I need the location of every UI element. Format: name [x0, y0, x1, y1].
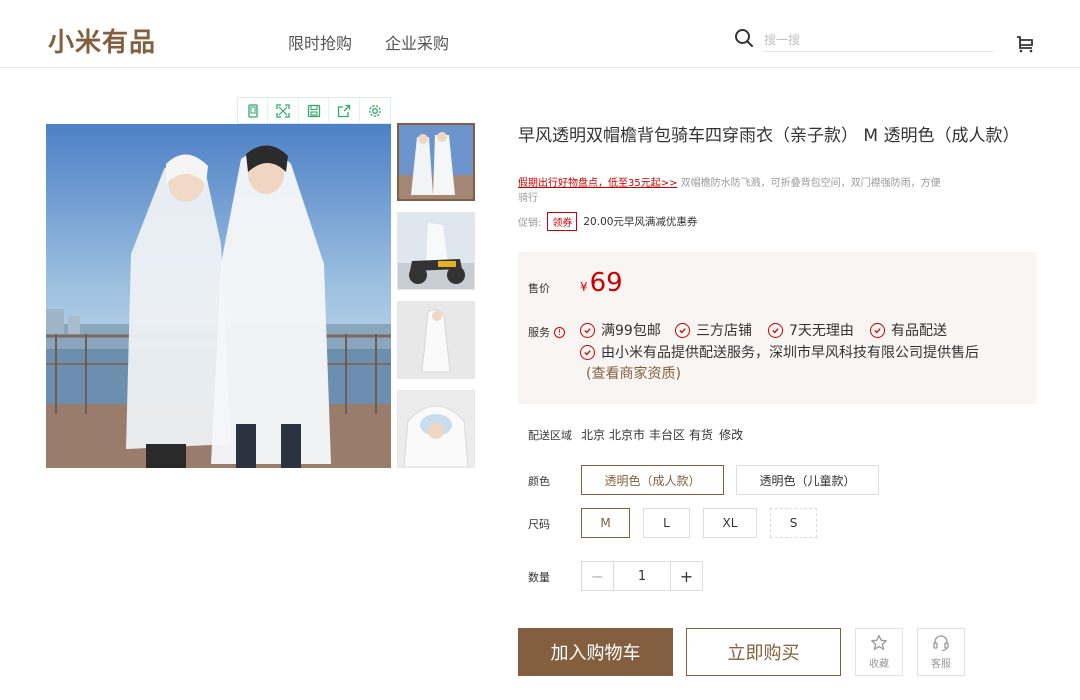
check-icon [870, 322, 885, 338]
size-option-l[interactable]: L [643, 508, 690, 538]
thumbnail-2[interactable] [397, 212, 475, 290]
coupon-button[interactable]: 领券 [547, 212, 578, 231]
quantity-increment-button[interactable]: + [670, 562, 702, 590]
stock-status: 有货 [689, 428, 714, 442]
image-toolbar [237, 97, 391, 124]
service-text: 满99包邮 [601, 323, 661, 339]
quantity-stepper: − 1 + [581, 561, 703, 591]
size-option-s[interactable]: S [770, 508, 817, 538]
promo-link[interactable]: 假期出行好物盘点，低至35元起>> [518, 178, 677, 189]
service-label-wrap: 服务 ! [528, 324, 565, 340]
delivery-address[interactable]: 北京 北京市 丰台区 有货 修改 [581, 426, 747, 443]
price-value: 69 [589, 268, 623, 298]
color-label: 颜色 [528, 475, 550, 488]
service-note-text: 由小米有品提供配送服务，深圳市早风科技有限公司提供售后 [601, 345, 979, 361]
share-icon[interactable] [329, 98, 360, 123]
customer-service-label: 客服 [931, 659, 951, 670]
check-icon [580, 344, 595, 360]
check-icon [675, 322, 690, 338]
favorite-button[interactable]: 收藏 [855, 628, 903, 676]
color-option-child[interactable]: 透明色（儿童款） [736, 465, 879, 495]
coupon-text: 20.00元早风满减优惠券 [583, 216, 698, 228]
product-subtitle: 假期出行好物盘点，低至35元起>> 双帽檐防水防飞溅，可折叠背包空间，双门襟强防… [518, 176, 948, 206]
nav-flash-sale[interactable]: 限时抢购 [288, 30, 352, 54]
thumbnail-4[interactable] [397, 390, 475, 468]
headset-icon [933, 635, 949, 652]
edit-delivery-link[interactable]: 修改 [719, 428, 743, 442]
price-panel: 售价 ¥ 69 服务 ! 满99包邮 三方店铺 7天无理由 有品配送 由小米有品… [518, 252, 1037, 404]
cart-icon[interactable] [1015, 34, 1035, 54]
nav-enterprise-purchase[interactable]: 企业采购 [385, 30, 449, 54]
delivery-label: 配送区域 [528, 429, 572, 442]
product-title: 早风透明双帽檐背包骑车四穿雨衣（亲子款） M 透明色（成人款） [518, 126, 1020, 146]
delivery-province: 北京 [581, 428, 606, 442]
service-label: 服务 [528, 326, 550, 339]
service-youpin-delivery: 有品配送 [870, 320, 947, 340]
service-note: 由小米有品提供配送服务，深圳市早风科技有限公司提供售后 [580, 342, 979, 362]
size-label: 尺码 [528, 518, 550, 531]
thumbnail-3[interactable] [397, 301, 475, 379]
service-free-shipping: 满99包邮 [580, 320, 661, 340]
customer-service-button[interactable]: 客服 [917, 628, 965, 676]
promotion-row: 促销: 领券 20.00元早风满减优惠券 [518, 212, 697, 231]
quantity-value[interactable]: 1 [614, 562, 670, 590]
delivery-city: 北京市 [609, 428, 646, 442]
info-icon[interactable]: ! [554, 326, 565, 338]
promo-label: 促销: [518, 218, 542, 229]
service-third-party: 三方店铺 [675, 320, 752, 340]
quantity-decrement-button[interactable]: − [582, 562, 614, 590]
save-icon[interactable] [299, 98, 330, 123]
size-option-m[interactable]: M [581, 508, 630, 538]
size-option-xl[interactable]: XL [703, 508, 757, 538]
favorite-label: 收藏 [869, 659, 889, 670]
price: ¥ 69 [580, 268, 623, 298]
color-option-adult[interactable]: 透明色（成人款） [581, 465, 724, 495]
thumbnail-1[interactable] [397, 123, 475, 201]
merchant-qualification-link[interactable]: (查看商家资质) [586, 363, 681, 383]
service-text: 7天无理由 [789, 323, 854, 339]
quantity-label: 数量 [528, 571, 550, 584]
delivery-district: 丰台区 [649, 428, 686, 442]
check-icon [768, 322, 783, 338]
currency-symbol: ¥ [580, 280, 588, 294]
expand-icon[interactable] [268, 98, 299, 123]
service-text: 三方店铺 [696, 323, 752, 339]
search-input[interactable] [764, 28, 994, 52]
add-to-cart-button[interactable]: 加入购物车 [518, 628, 673, 676]
search-icon[interactable] [734, 28, 754, 48]
service-7day-return: 7天无理由 [768, 320, 854, 340]
phone-icon[interactable] [238, 98, 269, 123]
check-icon [580, 322, 595, 338]
buy-now-button[interactable]: 立即购买 [686, 628, 841, 676]
settings-icon[interactable] [360, 98, 390, 123]
service-text: 有品配送 [891, 323, 947, 339]
top-header: 小米有品 限时抢购 企业采购 [0, 0, 1080, 68]
brand-logo[interactable]: 小米有品 [48, 22, 156, 59]
product-main-image[interactable] [46, 124, 391, 468]
price-label: 售价 [528, 282, 550, 295]
star-icon [871, 634, 887, 650]
